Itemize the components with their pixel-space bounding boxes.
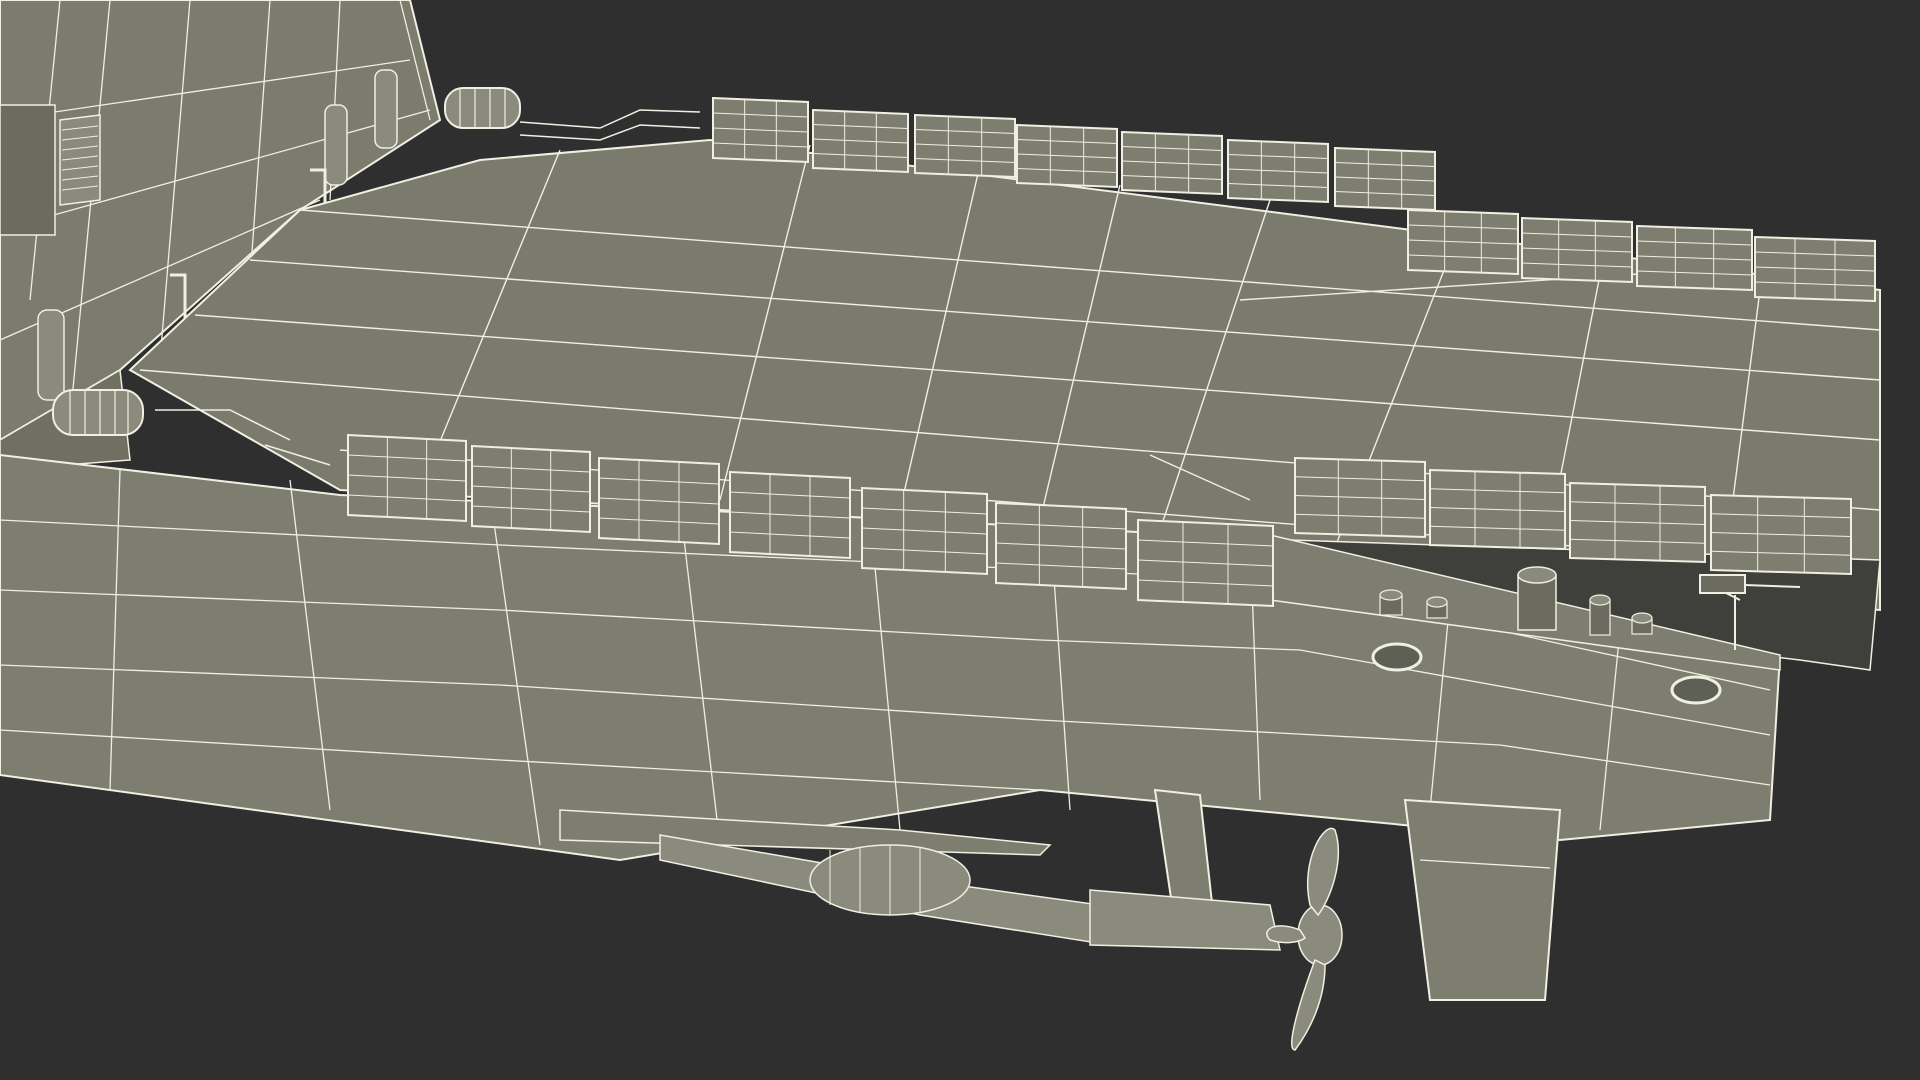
propeller bbox=[1266, 827, 1343, 1051]
underwater-gear bbox=[559, 788, 1562, 1051]
safety-net-panel bbox=[1636, 224, 1753, 292]
safety-net-panel bbox=[1710, 493, 1852, 576]
safety-net-panel bbox=[729, 470, 851, 560]
safety-net-panel bbox=[812, 108, 909, 174]
safety-net-panel bbox=[995, 501, 1127, 591]
safety-net-panel bbox=[1754, 235, 1876, 303]
safety-net-panel bbox=[1429, 468, 1566, 551]
safety-net-panel bbox=[598, 456, 720, 546]
safety-net-panel bbox=[1407, 208, 1519, 276]
door bbox=[374, 69, 398, 149]
handrail bbox=[519, 124, 701, 141]
bollard bbox=[1589, 594, 1611, 636]
safety-net-panel bbox=[1137, 518, 1274, 608]
safety-net-panel bbox=[471, 444, 591, 534]
safety-net-panel bbox=[712, 96, 809, 164]
door bbox=[324, 104, 348, 186]
render-viewport bbox=[0, 0, 1920, 1080]
mooring-chock bbox=[1371, 642, 1423, 672]
safety-net-panel bbox=[914, 113, 1016, 179]
ship-model bbox=[0, 0, 1881, 1051]
safety-net-panel bbox=[1016, 123, 1118, 189]
safety-net-panel bbox=[1294, 456, 1426, 539]
safety-net-panel bbox=[347, 433, 467, 523]
capstan bbox=[1517, 566, 1557, 631]
safety-net-panel bbox=[1227, 138, 1329, 204]
bollard bbox=[1426, 596, 1448, 619]
safety-net-panel bbox=[1121, 130, 1223, 196]
rudder bbox=[1403, 798, 1562, 1001]
door bbox=[37, 309, 65, 401]
life-raft-canister bbox=[444, 87, 521, 129]
bollard bbox=[1631, 612, 1653, 635]
mooring-chock bbox=[1670, 675, 1722, 705]
safety-net-panel bbox=[1521, 216, 1633, 284]
safety-net-panel bbox=[1569, 481, 1706, 564]
safety-net-panel bbox=[861, 486, 988, 576]
bollard bbox=[1379, 589, 1403, 616]
handrail bbox=[519, 109, 701, 129]
safety-net-panel bbox=[1334, 146, 1436, 212]
life-raft-canister bbox=[52, 389, 144, 436]
